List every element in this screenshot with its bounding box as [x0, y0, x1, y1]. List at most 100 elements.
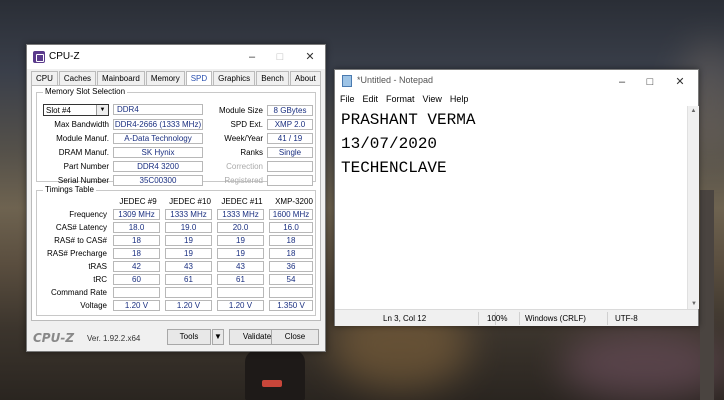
- menu-file[interactable]: File: [340, 92, 355, 106]
- timing-cell: 19: [165, 235, 212, 246]
- correction-label: Correction: [226, 162, 263, 171]
- vertical-scrollbar[interactable]: ▲ ▼: [687, 106, 699, 309]
- timing-cell: [269, 287, 313, 298]
- notepad-title: *Untitled - Notepad: [357, 75, 434, 85]
- timing-cell: [165, 287, 212, 298]
- menu-help[interactable]: Help: [450, 92, 469, 106]
- minimize-button[interactable]: –: [611, 74, 633, 90]
- notepad-text-area[interactable]: PRASHANT VERMA 13/07/2020 TECHENCLAVE: [335, 106, 687, 309]
- slot-dropdown-value: Slot #4: [46, 106, 71, 115]
- slot-dropdown[interactable]: Slot #4 ▼: [43, 104, 109, 116]
- text-line: PRASHANT VERMA: [341, 111, 476, 129]
- module-manuf-label: Module Manuf.: [56, 134, 109, 143]
- max-bandwidth-value: DDR4-2666 (1333 MHz): [113, 119, 203, 130]
- timing-cell: 18: [269, 248, 313, 259]
- registered-value: [267, 175, 313, 186]
- timing-cell: 19.0: [165, 222, 212, 233]
- notepad-menubar: File Edit Format View Help: [335, 92, 698, 106]
- part-number-label: Part Number: [63, 162, 109, 171]
- close-button[interactable]: Close: [271, 329, 319, 345]
- memory-slot-group-title: Memory Slot Selection: [43, 87, 128, 96]
- timing-cell: [217, 287, 264, 298]
- scroll-up-icon[interactable]: ▲: [688, 106, 699, 116]
- timing-cell: 19: [165, 248, 212, 259]
- timing-cell: 1.20 V: [113, 300, 160, 311]
- module-manuf-value: A-Data Technology: [113, 133, 203, 144]
- ranks-value: Single: [267, 147, 313, 158]
- timing-row-label: CAS# Latency: [55, 223, 107, 232]
- cpuz-footer: CPU-Z Ver. 1.92.2.x64 Tools ▼ Validate C…: [27, 325, 325, 351]
- notepad-window[interactable]: *Untitled - Notepad – □ ✕ File Edit Form…: [334, 69, 699, 326]
- dram-manuf-value: SK Hynix: [113, 147, 203, 158]
- timing-row-label: RAS# Precharge: [46, 249, 107, 258]
- cpuz-titlebar[interactable]: CPU-Z – □ ✕: [27, 45, 325, 69]
- close-window-button[interactable]: ✕: [669, 74, 691, 90]
- timing-cell: 1309 MHz: [113, 209, 160, 220]
- close-window-button[interactable]: ✕: [299, 49, 321, 65]
- tools-dropdown-icon[interactable]: ▼: [212, 329, 224, 345]
- cpuz-tab-bar: CPU Caches Mainboard Memory SPD Graphics…: [31, 71, 322, 86]
- timing-cell: 54: [269, 274, 313, 285]
- timings-group: Timings Table JEDEC #9 JEDEC #10 JEDEC #…: [36, 185, 316, 316]
- minimize-button[interactable]: –: [241, 49, 263, 65]
- timing-cell: 1.350 V: [269, 300, 313, 311]
- chevron-down-icon[interactable]: ▼: [96, 105, 108, 115]
- timing-row-label: Voltage: [80, 301, 107, 310]
- timing-cell: 19: [217, 248, 264, 259]
- max-bandwidth-label: Max Bandwidth: [54, 120, 109, 129]
- timing-cell: 16.0: [269, 222, 313, 233]
- serial-number-value: 35C00300: [113, 175, 203, 186]
- timing-cell: 18: [113, 248, 160, 259]
- tab-caches[interactable]: Caches: [58, 71, 97, 85]
- notepad-titlebar[interactable]: *Untitled - Notepad – □ ✕: [335, 70, 698, 92]
- spd-panel: Memory Slot Selection Slot #4 ▼ DDR4 Max…: [31, 85, 321, 321]
- notepad-statusbar: Ln 3, Col 12 100% Windows (CRLF) UTF-8: [335, 309, 698, 326]
- status-zoom: 100%: [487, 314, 508, 323]
- scroll-down-icon[interactable]: ▼: [688, 299, 700, 309]
- memory-type-value: DDR4: [113, 104, 203, 115]
- tab-graphics[interactable]: Graphics: [213, 71, 256, 85]
- cpuz-brand-logo: CPU-Z: [33, 331, 75, 345]
- text-line: 13/07/2020: [341, 135, 438, 153]
- tab-mainboard[interactable]: Mainboard: [97, 71, 145, 85]
- timing-cell: 43: [217, 261, 264, 272]
- timing-row-label: Frequency: [69, 210, 107, 219]
- module-size-label: Module Size: [218, 106, 263, 115]
- timing-row-label: tRAS: [88, 262, 107, 271]
- maximize-button[interactable]: □: [269, 49, 291, 65]
- timing-cell: 42: [113, 261, 160, 272]
- timing-cell: 18: [113, 235, 160, 246]
- notepad-icon: [342, 75, 352, 87]
- tab-spd[interactable]: SPD: [185, 71, 213, 86]
- maximize-button[interactable]: □: [639, 74, 661, 90]
- timing-cell: 43: [165, 261, 212, 272]
- timing-cell: 61: [217, 274, 264, 285]
- status-divider: [607, 312, 608, 325]
- timing-cell: 36: [269, 261, 313, 272]
- tab-about[interactable]: About: [289, 71, 321, 85]
- timing-cell: 20.0: [217, 222, 264, 233]
- cpuz-title: CPU-Z: [49, 51, 80, 62]
- correction-value: [267, 161, 313, 172]
- tab-cpu[interactable]: CPU: [31, 71, 58, 85]
- timing-row-label: RAS# to CAS#: [54, 236, 107, 245]
- menu-format[interactable]: Format: [386, 92, 415, 106]
- timing-cell: 19: [217, 235, 264, 246]
- cpuz-version: Ver. 1.92.2.x64: [87, 334, 141, 343]
- timings-group-title: Timings Table: [43, 185, 96, 194]
- tab-memory[interactable]: Memory: [145, 71, 185, 85]
- background-pole: [700, 190, 714, 400]
- cpuz-window[interactable]: CPU-Z – □ ✕ CPU Caches Mainboard Memory …: [26, 44, 326, 352]
- cpuz-app-icon: [33, 51, 45, 63]
- tab-bench[interactable]: Bench: [256, 71, 289, 85]
- menu-view[interactable]: View: [423, 92, 442, 106]
- text-line: TECHENCLAVE: [341, 159, 447, 177]
- menu-edit[interactable]: Edit: [363, 92, 379, 106]
- timing-cell: 18.0: [113, 222, 160, 233]
- serial-number-label: Serial Number: [57, 176, 109, 185]
- part-number-value: DDR4 3200: [113, 161, 203, 172]
- tools-button[interactable]: Tools: [167, 329, 211, 345]
- status-cursor-position: Ln 3, Col 12: [383, 314, 427, 323]
- background-motorcycle: [245, 350, 305, 400]
- status-encoding: UTF-8: [615, 314, 638, 323]
